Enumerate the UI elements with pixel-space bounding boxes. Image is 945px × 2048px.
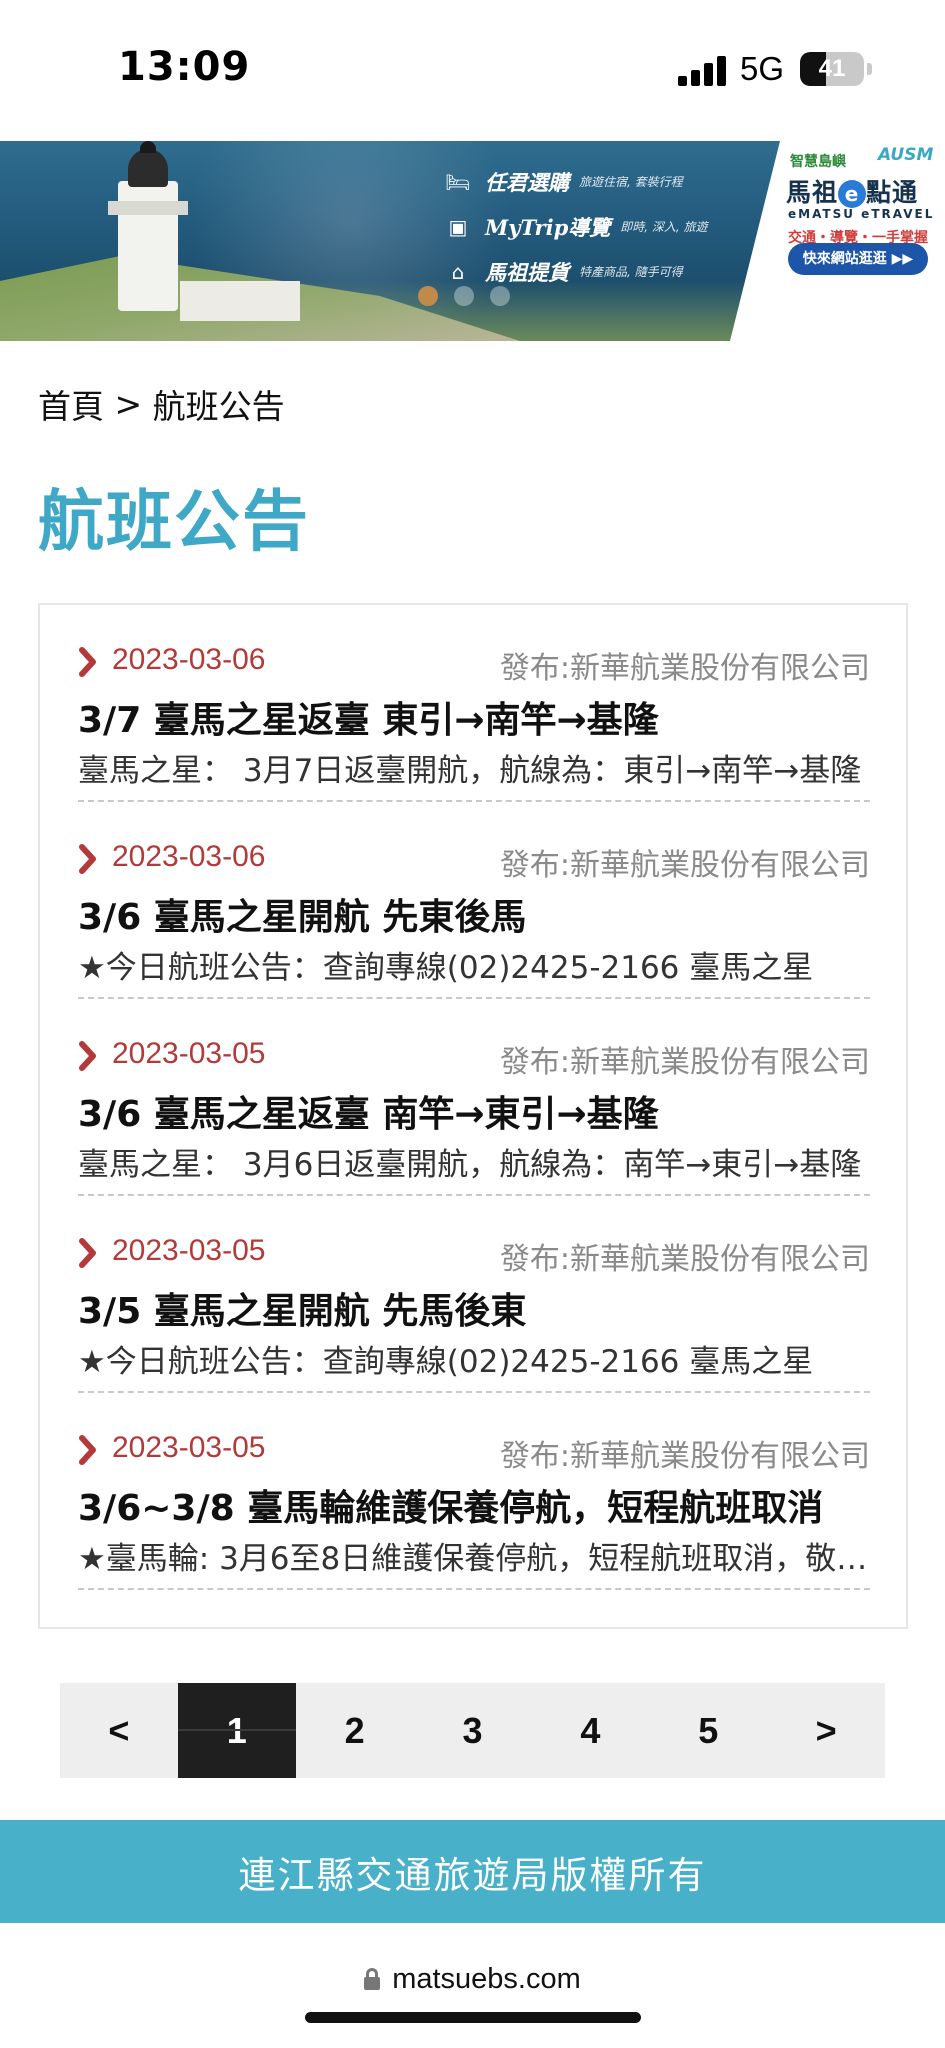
chevron-right-icon [79,1435,96,1465]
chevron-right-icon [79,1041,96,1071]
announcement-summary: 臺馬之星： 3月6日返臺開航，航線為：南竿→東引→基隆 [78,1147,862,1183]
brand-small-label: 智慧島嶼 [790,154,846,170]
announcement-meta: 2023-03-05 發布:新華航業股份有限公司 [78,1234,870,1277]
footer-copyright: 連江縣交通旅遊局版權所有 [238,1853,707,1897]
lock-icon [364,1968,381,1990]
announcement-publisher: 發布:新華航業股份有限公司 [499,1242,870,1277]
banner-menu: 🛏 任君選購 旅遊住宿, 套裝行程 ▣ MyTrip導覽 即時, 深入, 旅遊 … [445,159,745,294]
brand-name-prefix: 馬祖 [786,178,839,207]
announcement-summary: ★臺馬輪: 3月6至8日維護保養停航，短程航班取消，敬請見諒 [78,1541,870,1577]
page-2-button[interactable]: 2 [296,1683,414,1778]
banner-menu-subtitle: 特產商品, 隨手可得 [579,265,683,279]
carousel-dot-active[interactable] [418,286,438,306]
banner-menu-subtitle: 即時, 深入, 旅遊 [620,220,708,234]
announcement-summary: 臺馬之星： 3月7日返臺開航，航線為：東引→南竿→基隆 [78,753,862,789]
banner-menu-item[interactable]: 🛏 任君選購 旅遊住宿, 套裝行程 [445,159,745,204]
battery-level: 41 [818,55,846,82]
signal-bars-icon [678,56,726,86]
announcement-title[interactable]: 3/5 臺馬之星開航 先馬後東 [78,1282,870,1334]
lighthouse-house [180,281,300,321]
url-text: matsuebs.com [392,1963,581,1995]
announcement-item[interactable]: 2023-03-05 發布:新華航業股份有限公司 3/6~3/8 臺馬輪維護保養停航… [78,1393,870,1590]
announcement-publisher: 發布:新華航業股份有限公司 [499,1045,870,1080]
announcement-date: 2023-03-05 [112,1037,266,1070]
announcement-item[interactable]: 2023-03-06 發布:新華航業股份有限公司 3/7 臺馬之星返臺 東引→南竿→… [78,605,870,802]
brand-name: 馬祖 e 點通 [786,173,918,209]
banner-menu-title: 任君選購 [485,169,569,195]
announcement-publisher: 發布:新華航業股份有限公司 [499,848,870,883]
network-label: 5G [740,50,785,87]
lighthouse-cap [140,141,156,153]
lighthouse-balcony [108,201,188,215]
page-4-button[interactable]: 4 [531,1683,649,1778]
announcement-summary: ★今日航班公告：查詢專線(02)2425-2166 臺馬之星 [78,1344,814,1380]
announcement-publisher: 發布:新華航業股份有限公司 [499,651,870,686]
carousel-dot[interactable] [454,286,474,306]
pagination: < 1 2 3 4 5 > [60,1683,885,1778]
visit-site-button[interactable]: 快來網站逛逛 ▶▶ [788,243,928,275]
page-3-button[interactable]: 3 [414,1683,532,1778]
announcement-date: 2023-03-06 [112,840,266,873]
announcement-date: 2023-03-05 [112,1431,266,1464]
announcement-title[interactable]: 3/6~3/8 臺馬輪維護保養停航，短程航班取消 [78,1479,870,1531]
announcement-item[interactable]: 2023-03-05 發布:新華航業股份有限公司 3/5 臺馬之星開航 先馬後東 ★今… [78,1196,870,1393]
announcement-date: 2023-03-06 [112,643,266,676]
announcement-summary: ★今日航班公告：查詢專線(02)2425-2166 臺馬之星 [78,950,814,986]
breadcrumb-separator: > [114,384,143,424]
promo-banner[interactable]: 🛏 任君選購 旅遊住宿, 套裝行程 ▣ MyTrip導覽 即時, 深入, 旅遊 … [0,141,945,341]
breadcrumb-current: 航班公告 [152,387,285,426]
page-title: 航班公告 [38,483,310,560]
battery-cap [867,63,872,75]
chevron-right-icon [79,647,96,677]
guide-icon: ▣ [448,214,468,239]
status-bar: 13:09 5G 41 [0,0,945,140]
banner-menu-title: MyTrip導覽 [485,214,611,240]
page-5-button[interactable]: 5 [649,1683,767,1778]
announcement-meta: 2023-03-05 發布:新華航業股份有限公司 [78,1431,870,1474]
brand-subtitle: eMATSU eTRAVEL [788,207,935,221]
bed-icon: 🛏 [445,169,471,194]
carousel-dot[interactable] [490,286,510,306]
brand-name-suffix: 點通 [866,178,919,207]
banner-menu-title: 馬祖提貨 [485,259,569,285]
breadcrumb: 首頁 > 航班公告 [38,380,285,428]
lighthouse-lamp [128,149,168,187]
announcement-date: 2023-03-05 [112,1234,266,1267]
brand-logo: AUSM [878,145,934,165]
announcement-meta: 2023-03-05 發布:新華航業股份有限公司 [78,1037,870,1080]
site-footer: 連江縣交通旅遊局版權所有 [0,1820,945,1923]
banner-carousel-dots [418,286,526,306]
brand-panel: 智慧島嶼 AUSM 馬祖 e 點通 eMATSU eTRAVEL 交通・導覽・一手掌… [778,141,945,341]
announcement-publisher: 發布:新華航業股份有限公司 [499,1439,870,1474]
announcement-title[interactable]: 3/6 臺馬之星開航 先東後馬 [78,888,870,940]
next-page-button[interactable]: > [767,1683,885,1778]
announcement-meta: 2023-03-06 發布:新華航業股份有限公司 [78,840,870,883]
breadcrumb-home-link[interactable]: 首頁 [38,387,104,426]
chevron-right-icon [79,1238,96,1268]
announcement-item[interactable]: 2023-03-06 發布:新華航業股份有限公司 3/6 臺馬之星開航 先東後馬 ★今… [78,802,870,999]
home-indicator[interactable] [305,2012,641,2023]
announcement-meta: 2023-03-06 發布:新華航業股份有限公司 [78,643,870,686]
announcement-list: 2023-03-06 發布:新華航業股份有限公司 3/7 臺馬之星返臺 東引→南竿→… [38,603,908,1629]
battery-icon: 41 [800,52,864,86]
status-time: 13:09 [118,44,251,90]
prev-page-button[interactable]: < [60,1683,178,1778]
banner-menu-subtitle: 旅遊住宿, 套裝行程 [579,175,683,189]
announcement-title[interactable]: 3/6 臺馬之星返臺 南竿→東引→基隆 [78,1085,870,1137]
announcement-item[interactable]: 2023-03-05 發布:新華航業股份有限公司 3/6 臺馬之星返臺 南竿→東引→… [78,999,870,1196]
chevron-right-icon [79,844,96,874]
bag-icon: ⌂ [451,259,465,284]
brand-e-icon: e [838,180,867,208]
browser-address-bar[interactable]: matsuebs.com [0,1923,945,2048]
page-1-button[interactable]: 1 [177,1683,296,1778]
banner-menu-item[interactable]: ▣ MyTrip導覽 即時, 深入, 旅遊 [445,204,745,249]
url-display[interactable]: matsuebs.com [0,1963,945,1996]
announcement-title[interactable]: 3/7 臺馬之星返臺 東引→南竿→基隆 [78,691,870,743]
